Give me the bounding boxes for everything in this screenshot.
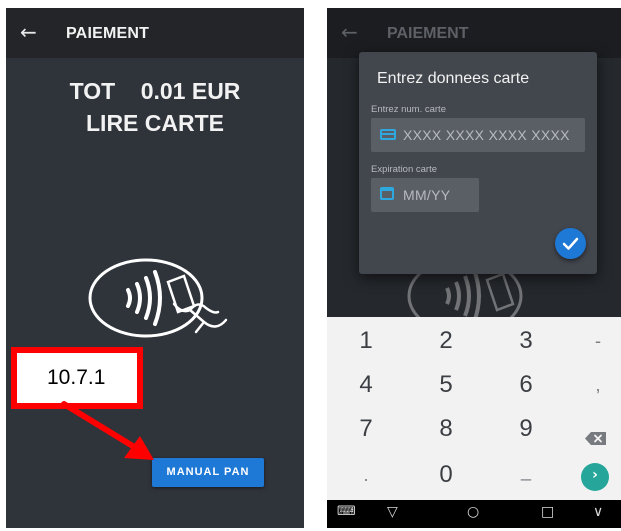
system-nav-bar: ⌨ ▽ ○ □ ∨ [327, 500, 621, 528]
checkmark-icon [562, 237, 579, 250]
key-5[interactable]: 5 [407, 365, 485, 405]
key-minus[interactable]: - [559, 321, 621, 361]
numeric-keypad: 1 2 3 - 4 5 6 , 7 8 9 . 0 _ › [327, 317, 621, 500]
nav-back-icon[interactable]: ▽ [387, 504, 398, 520]
chevron-right-icon: › [592, 467, 598, 483]
app-bar-title: PAIEMENT [66, 25, 150, 42]
card-number-placeholder: XXXX XXXX XXXX XXXX [403, 127, 570, 143]
key-underscore[interactable]: _ [487, 451, 565, 491]
expiry-field[interactable]: MM/YY [371, 178, 479, 212]
key-9[interactable]: 9 [487, 409, 565, 449]
dimmed-app-bar: ← PAIEMENT [327, 8, 621, 58]
key-6[interactable]: 6 [487, 365, 565, 405]
confirm-button[interactable] [555, 228, 586, 259]
card-number-label: Entrez num. carte [371, 104, 446, 115]
dialog-title: Entrez donnees carte [377, 70, 530, 87]
back-arrow-icon: ← [341, 20, 358, 44]
keyboard-icon[interactable]: ⌨ [337, 504, 356, 519]
key-comma[interactable]: , [559, 365, 621, 405]
key-3[interactable]: 3 [487, 321, 565, 361]
nav-recents-icon[interactable]: □ [541, 504, 554, 520]
expiry-label: Expiration carte [371, 164, 438, 175]
manual-pan-button[interactable]: MANUAL PAN [152, 458, 264, 487]
key-dot[interactable]: . [327, 455, 405, 495]
nav-home-icon[interactable]: ○ [467, 504, 479, 520]
app-bar: ← PAIEMENT [6, 8, 304, 58]
go-button[interactable]: › [581, 463, 609, 491]
card-data-dialog: Entrez donnees carte Entrez num. carte X… [359, 52, 597, 274]
credit-card-icon [380, 129, 396, 140]
card-number-field[interactable]: XXXX XXXX XXXX XXXX [371, 118, 585, 152]
card-entry-screen: ← PAIEMENT Entrez donnees carte Entrez n… [327, 8, 621, 528]
read-card-prompt: LIRE CARTE [86, 110, 224, 136]
back-arrow-icon[interactable]: ← [20, 20, 37, 44]
annotation-arrow [61, 401, 154, 460]
contactless-icon [88, 258, 228, 338]
total-amount: TOT 0.01 EUR [69, 78, 241, 104]
calendar-icon [380, 187, 394, 200]
expiry-placeholder: MM/YY [403, 187, 451, 203]
key-1[interactable]: 1 [327, 321, 405, 361]
key-0[interactable]: 0 [407, 455, 485, 495]
key-4[interactable]: 4 [327, 365, 405, 405]
backspace-icon[interactable] [585, 431, 607, 446]
app-bar-title: PAIEMENT [387, 25, 469, 42]
hide-keyboard-icon[interactable]: ∨ [593, 504, 603, 520]
key-2[interactable]: 2 [407, 321, 485, 361]
key-8[interactable]: 8 [407, 409, 485, 449]
key-7[interactable]: 7 [327, 409, 405, 449]
